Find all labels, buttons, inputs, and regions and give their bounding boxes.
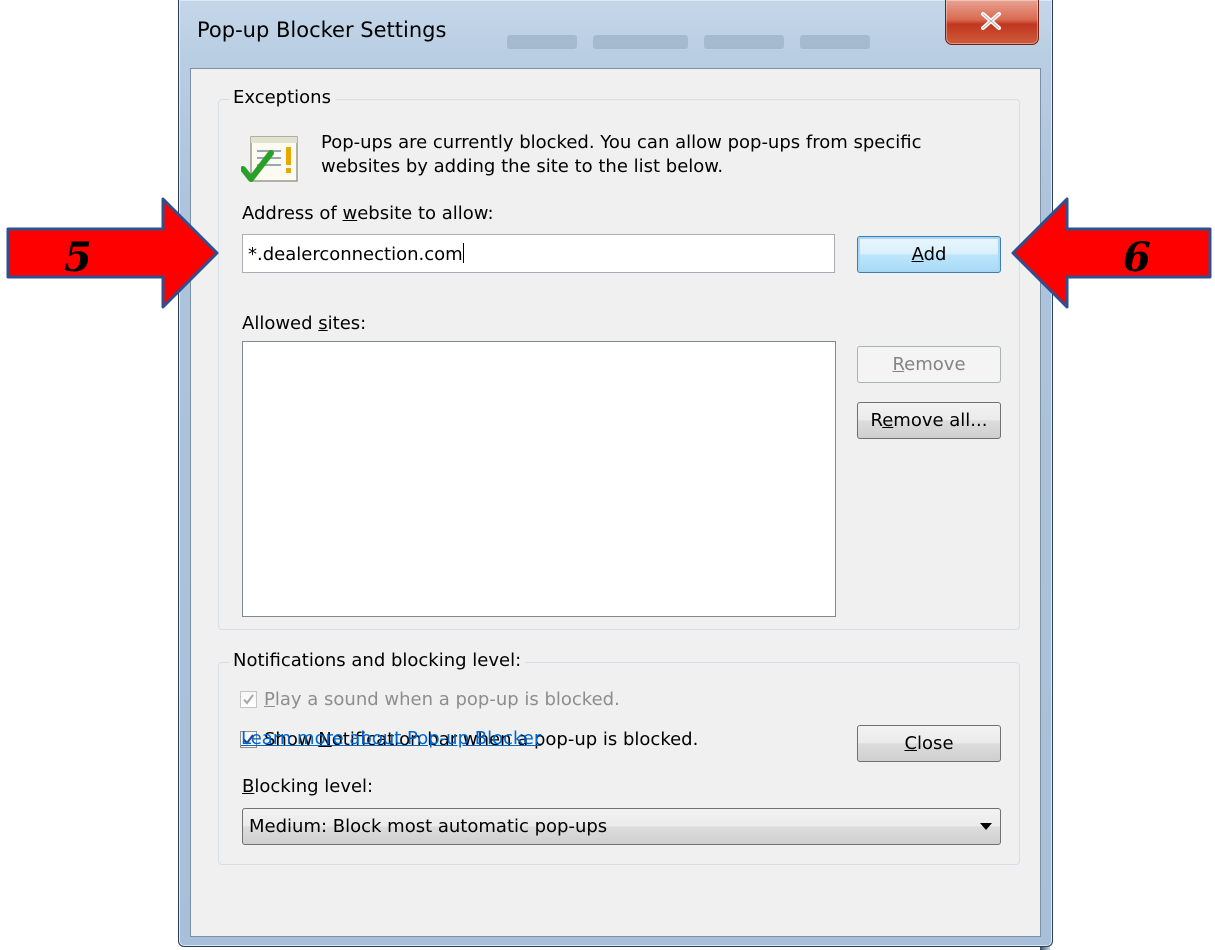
allowed-sites-list[interactable] <box>242 341 836 617</box>
remove-button[interactable]: Remove <box>857 346 1001 383</box>
background-right <box>1040 0 1215 950</box>
text-caret <box>462 243 464 263</box>
close-button[interactable]: Close <box>857 725 1001 762</box>
info-line-2: websites by adding the site to the list … <box>321 156 724 177</box>
annotation-arrow-5 <box>6 197 219 309</box>
blocking-level-value: Medium: Block most automatic pop-ups <box>249 816 608 837</box>
title-bar[interactable]: Pop-up Blocker Settings <box>179 0 1052 68</box>
checkmark-icon <box>243 694 254 705</box>
website-address-input[interactable]: *.dealerconnection.com <box>242 234 835 273</box>
add-button[interactable]: Add <box>857 236 1001 273</box>
learn-more-link[interactable]: Learn more about Pop-up Blocker <box>241 728 541 749</box>
exceptions-legend: Exceptions <box>229 87 335 108</box>
annotation-arrow-6 <box>1011 197 1212 309</box>
annotation-label-5: 5 <box>64 234 92 281</box>
exceptions-info-text: Pop-ups are currently blocked. You can a… <box>321 131 1001 179</box>
allowed-sites-label: Allowed sites: <box>242 313 367 334</box>
play-sound-checkbox[interactable] <box>240 691 257 708</box>
close-icon <box>981 12 1001 30</box>
background-tabs-blur <box>499 30 1019 54</box>
popup-blocker-settings-window: Pop-up Blocker Settings Exceptions Pop-u… <box>178 0 1053 947</box>
play-sound-checkbox-row[interactable]: Play a sound when a pop-up is blocked. <box>240 689 620 710</box>
dropdown-arrow-icon <box>980 823 992 830</box>
address-label: Address of website to allow: <box>242 203 494 224</box>
pop-up-list-check-icon <box>240 133 301 191</box>
dialog-client-area: Exceptions Pop-ups are currently blocked… <box>190 68 1041 937</box>
blocking-level-label: Blocking level: <box>242 776 374 797</box>
notifications-legend: Notifications and blocking level: <box>229 650 526 671</box>
window-close-button[interactable] <box>945 0 1039 45</box>
address-value: *.dealerconnection.com <box>248 244 463 265</box>
blocking-level-select[interactable]: Medium: Block most automatic pop-ups <box>242 808 1001 845</box>
window-title: Pop-up Blocker Settings <box>197 18 447 42</box>
annotation-label-6: 6 <box>1123 234 1151 281</box>
info-line-1: Pop-ups are currently blocked. You can a… <box>321 132 922 153</box>
remove-all-button[interactable]: Remove all... <box>857 402 1001 439</box>
